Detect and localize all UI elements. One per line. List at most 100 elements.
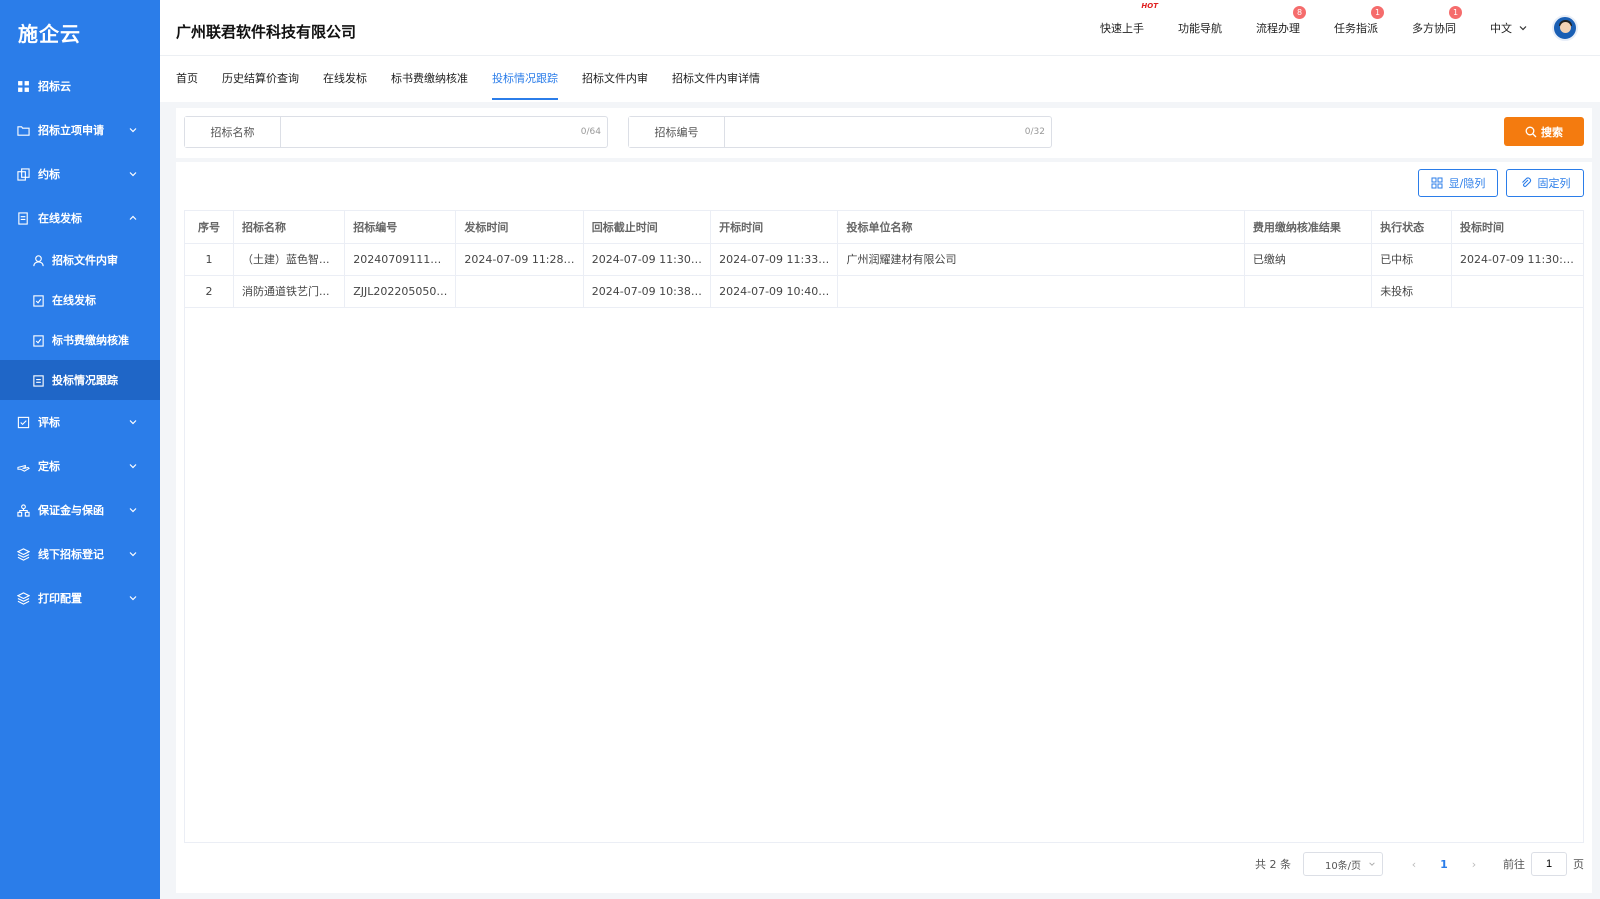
language-label: 中文 xyxy=(1490,22,1512,35)
sidebar-subitem-label: 在线发标 xyxy=(52,294,96,307)
sidebar-item-label: 评标 xyxy=(38,416,60,429)
count-badge: 1 xyxy=(1449,6,1462,19)
table-cell: 1 xyxy=(185,243,235,276)
tender-code-input[interactable] xyxy=(725,117,1025,147)
sidebar-subitem-bid-tracking[interactable]: 投标情况跟踪 xyxy=(0,360,160,400)
toggle-columns-label: 显/隐列 xyxy=(1448,177,1486,190)
coins-icon xyxy=(16,167,30,181)
chevron-down-icon xyxy=(129,596,137,601)
column-header: 招标编号 xyxy=(344,211,457,244)
tender-name-input[interactable] xyxy=(281,117,581,147)
sidebar-subitem-fee-approval[interactable]: 标书费缴纳核准 xyxy=(0,320,160,360)
sidebar-subitem-label: 投标情况跟踪 xyxy=(52,374,118,387)
document-icon xyxy=(16,211,30,225)
table-header-row: 序号 招标名称 招标编号 发标时间 回标截止时间 开标时间 投标单位名称 费用缴… xyxy=(185,211,1583,244)
sidebar-item-label: 招标云 xyxy=(38,80,71,93)
sidebar-item-yuebiao[interactable]: 约标 xyxy=(0,152,160,196)
table-cell: 已中标 xyxy=(1371,243,1453,276)
goto-page-input[interactable] xyxy=(1531,852,1567,876)
results-table: 序号 招标名称 招标编号 发标时间 回标截止时间 开标时间 投标单位名称 费用缴… xyxy=(184,210,1584,843)
top-header: 广州联君软件科技有限公司 快速上手 HOT 功能导航 流程办理 8 任务指派 1… xyxy=(160,0,1600,56)
sidebar-item-project-apply[interactable]: 招标立项申请 xyxy=(0,108,160,152)
sidebar-item-deposit[interactable]: 保证金与保函 xyxy=(0,488,160,532)
page-size-select[interactable]: 10条/页 xyxy=(1303,852,1383,876)
table-cell: 2024-07-09 10:40:... xyxy=(710,275,839,308)
fixed-columns-button[interactable]: 固定列 xyxy=(1506,169,1584,197)
chevron-down-icon xyxy=(1369,862,1375,866)
avatar[interactable] xyxy=(1552,15,1578,41)
grid-icon xyxy=(1431,177,1443,189)
nav-process[interactable]: 流程办理 8 xyxy=(1256,6,1306,36)
table-cell: 未投标 xyxy=(1371,275,1453,308)
tender-code-field: 招标编号 0/32 xyxy=(628,116,1052,148)
table-cell: 广州润耀建材有限公司 xyxy=(837,243,1245,276)
char-counter: 0/32 xyxy=(1024,127,1045,137)
table-cell: 2 xyxy=(185,275,235,308)
sidebar-item-label: 定标 xyxy=(38,460,60,473)
sidebar-item-award[interactable]: 定标 xyxy=(0,444,160,488)
sidebar-menu: 招标云 招标立项申请 约标 在线发标 招标文件内审 在线发标 标书费缴纳核准 投… xyxy=(0,64,160,620)
sidebar-item-print-config[interactable]: 打印配置 xyxy=(0,576,160,620)
clipboard-check-icon xyxy=(32,334,45,347)
paperclip-icon xyxy=(1521,177,1531,187)
next-page-button[interactable]: › xyxy=(1459,858,1489,871)
sidebar-item-label: 保证金与保函 xyxy=(38,504,104,517)
chevron-down-icon xyxy=(1519,26,1527,31)
chevron-down-icon xyxy=(129,420,137,425)
chevron-down-icon xyxy=(129,172,137,177)
table-cell xyxy=(455,275,584,308)
sidebar-item-evaluation[interactable]: 评标 xyxy=(0,400,160,444)
table-row[interactable]: 2 消防通道铁艺门... ZJJL20220505001 2024-07-09 … xyxy=(185,275,1583,308)
results-panel: 显/隐列 固定列 序号 招标名称 招标编号 发标时间 回标截止时间 开标时间 投… xyxy=(176,162,1592,893)
table-cell: 2024-07-09 11:33:00 xyxy=(710,243,839,276)
table-cell: 2024-07-09 10:38:... xyxy=(583,275,712,308)
chevron-down-icon xyxy=(129,508,137,513)
sidebar-item-online-bid[interactable]: 在线发标 xyxy=(0,196,160,240)
column-header: 费用缴纳核准结果 xyxy=(1244,211,1373,244)
clipboard-list-icon xyxy=(32,374,45,387)
sidebar-item-zhaobiaoyun[interactable]: 招标云 xyxy=(0,64,160,108)
tab-fee-approval[interactable]: 标书费缴纳核准 xyxy=(391,56,468,102)
nav-task-assign[interactable]: 任务指派 1 xyxy=(1334,6,1384,36)
column-header: 回标截止时间 xyxy=(583,211,712,244)
org-icon xyxy=(16,503,30,517)
nav-label: 功能导航 xyxy=(1178,22,1222,35)
sidebar-item-label: 打印配置 xyxy=(38,592,82,605)
hot-badge: HOT xyxy=(1141,2,1158,10)
tab-file-review-detail[interactable]: 招标文件内审详情 xyxy=(672,56,760,102)
sidebar-subitem-online-bid[interactable]: 在线发标 xyxy=(0,280,160,320)
toggle-columns-button[interactable]: 显/隐列 xyxy=(1418,169,1498,197)
tab-online-bid[interactable]: 在线发标 xyxy=(323,56,367,102)
tab-bid-tracking[interactable]: 投标情况跟踪 xyxy=(492,56,558,102)
sidebar-item-label: 在线发标 xyxy=(38,212,82,225)
chevron-down-icon xyxy=(129,552,137,557)
nav-label: 快速上手 xyxy=(1100,22,1144,35)
search-button[interactable]: 搜索 xyxy=(1504,117,1584,146)
table-cell: 2024-07-09 11:30:05 xyxy=(1451,243,1583,276)
sidebar-item-label: 招标立项申请 xyxy=(38,124,104,137)
sidebar-subitem-file-review[interactable]: 招标文件内审 xyxy=(0,240,160,280)
sidebar-item-label: 约标 xyxy=(38,168,60,181)
nav-collaboration[interactable]: 多方协同 1 xyxy=(1412,6,1462,36)
logo[interactable]: 施企云 xyxy=(0,0,160,64)
table-cell xyxy=(1451,275,1583,308)
table-row[interactable]: 1 （土建）蓝色智... 2024070911170... 2024-07-09… xyxy=(185,243,1583,276)
search-panel: 招标名称 0/64 招标编号 0/32 搜索 xyxy=(176,108,1592,158)
nav-feature-guide[interactable]: 功能导航 xyxy=(1178,20,1222,36)
tab-file-review[interactable]: 招标文件内审 xyxy=(582,56,648,102)
language-select[interactable]: 中文 xyxy=(1490,20,1528,36)
tab-history-price[interactable]: 历史结算价查询 xyxy=(222,56,299,102)
nav-label: 多方协同 xyxy=(1412,22,1456,35)
tender-name-field: 招标名称 0/64 xyxy=(184,116,608,148)
count-badge: 8 xyxy=(1293,6,1306,19)
page-number[interactable]: 1 xyxy=(1429,858,1459,871)
nav-quick-start[interactable]: 快速上手 HOT xyxy=(1100,2,1158,36)
prev-page-button[interactable]: ‹ xyxy=(1399,858,1429,871)
table-cell: 2024-07-09 11:28:55 xyxy=(455,243,584,276)
chevron-down-icon xyxy=(129,128,137,133)
count-badge: 1 xyxy=(1371,6,1384,19)
total-count: 共 2 条 xyxy=(1255,858,1291,871)
tab-home[interactable]: 首页 xyxy=(176,56,198,102)
pagination: 共 2 条 10条/页 ‹ 1 › 前往 页 xyxy=(1255,851,1584,877)
sidebar-item-offline-register[interactable]: 线下招标登记 xyxy=(0,532,160,576)
